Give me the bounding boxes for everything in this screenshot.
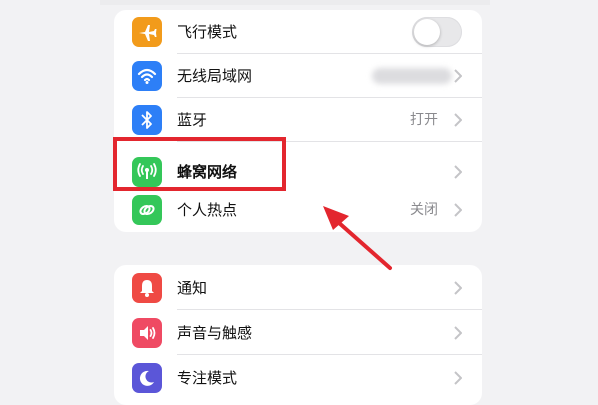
annotation-arrow-icon [323,206,392,270]
